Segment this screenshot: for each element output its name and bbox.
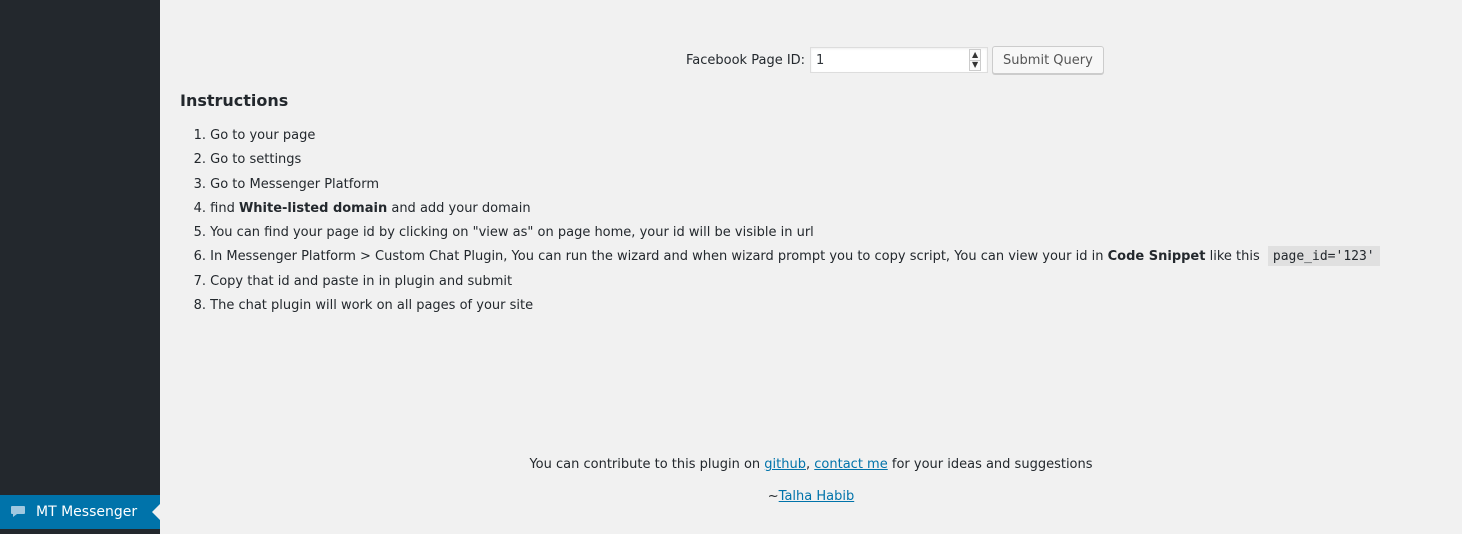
code-snippet: page_id='123' [1267,246,1380,267]
list-item: 4. find White-listed domain and add your… [193,200,531,216]
list-item: 3. Go to Messenger Platform [193,176,380,192]
page-id-form: Facebook Page ID: ▲ ▼ Submit Query [686,46,1104,74]
list-item: 7. Copy that id and paste in in plugin a… [193,273,513,289]
admin-sidebar: MT Messenger [0,0,160,534]
instructions-heading: Instructions [180,91,289,110]
contribute-text: You can contribute to this plugin on git… [529,457,1093,472]
page-id-label: Facebook Page ID: [686,52,806,68]
submit-button[interactable]: Submit Query [992,46,1104,74]
main-content: Facebook Page ID: ▲ ▼ Submit Query Instr… [160,0,1462,534]
speech-bubble-icon [10,502,30,522]
list-item: 5. You can find your page id by clicking… [193,225,814,241]
list-item: 1. Go to your page [193,128,316,143]
sidebar-item-label: MT Messenger [36,504,138,520]
contact-link[interactable]: contact me [814,457,887,472]
github-link[interactable]: github [764,457,806,472]
number-spinner[interactable]: ▲ ▼ [969,49,982,71]
spinner-down-icon[interactable]: ▼ [970,59,981,71]
list-item: 8. The chat plugin will work on all page… [193,298,534,314]
spinner-up-icon[interactable]: ▲ [970,50,980,60]
active-indicator [152,504,160,520]
sidebar-item-mt-messenger[interactable]: MT Messenger [0,495,160,529]
author-signature: ~Talha Habib [767,489,855,504]
page-id-input[interactable] [811,48,962,72]
author-link[interactable]: Talha Habib [779,489,855,504]
list-item: 2. Go to settings [193,152,302,168]
list-item: 6. In Messenger Platform > Custom Chat P… [180,245,1380,269]
page-id-field: ▲ ▼ [810,47,989,73]
instructions-list: 1. Go to your page 2. Go to settings 3. … [180,124,1380,318]
